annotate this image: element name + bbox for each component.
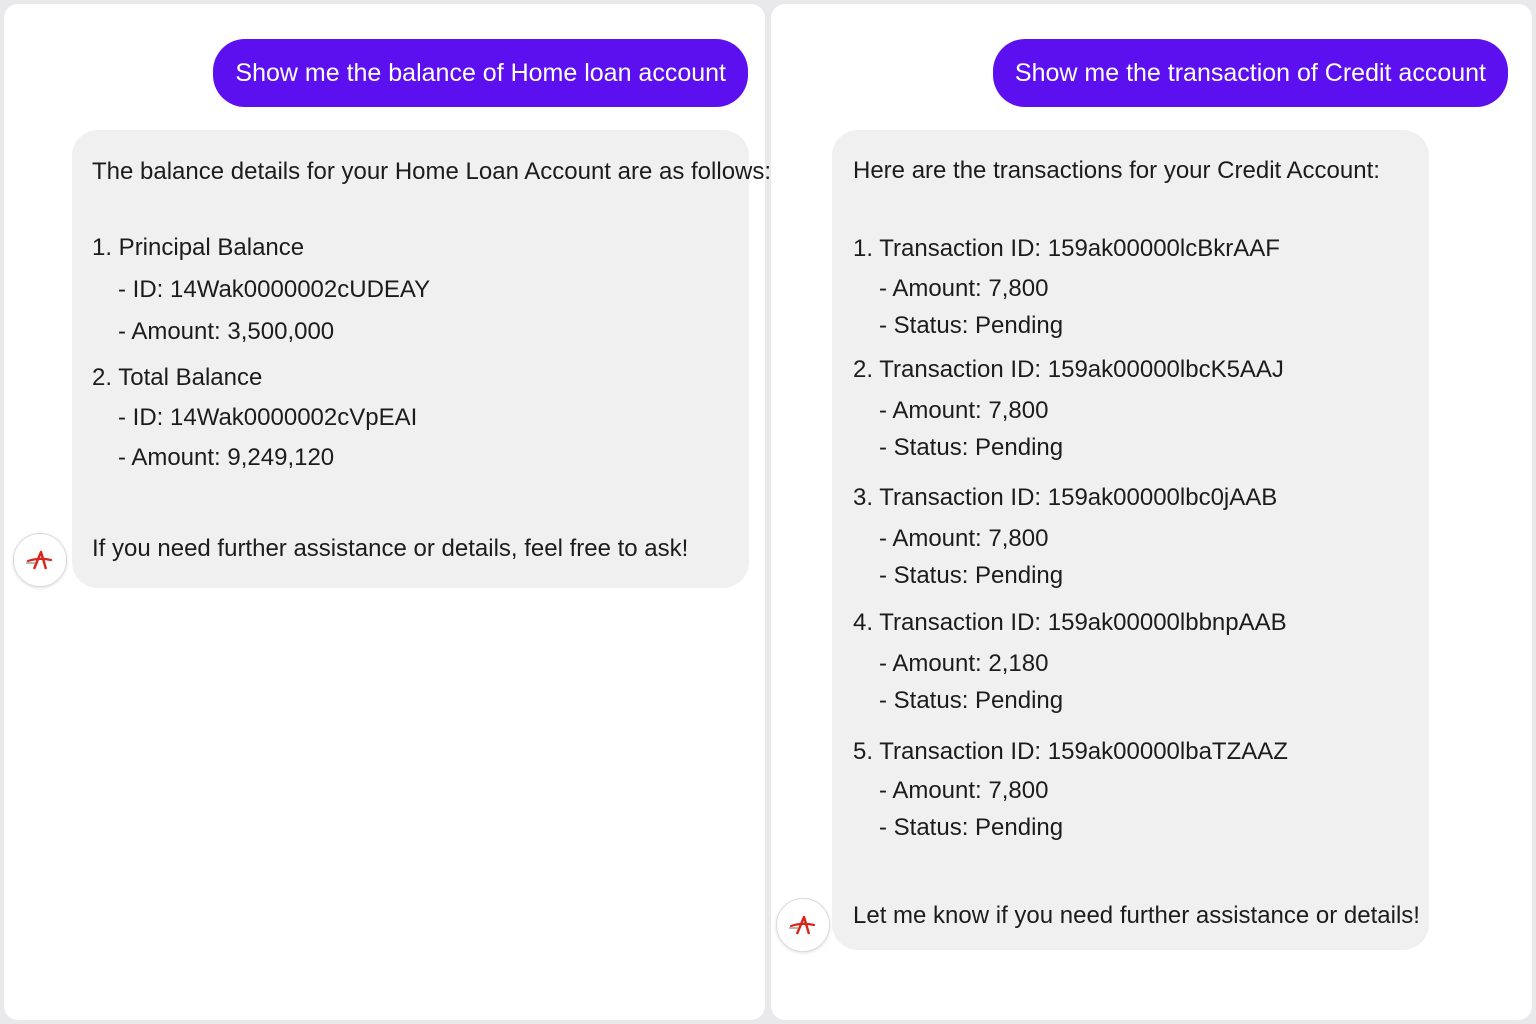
transaction-amount: - Amount: 7,800 bbox=[879, 525, 1049, 552]
chat-panel-right: Show me the transaction of Credit accoun… bbox=[771, 4, 1532, 1020]
bot-intro-text: Here are the transactions for your Credi… bbox=[853, 157, 1380, 184]
balance-item-title: 1. Principal Balance bbox=[92, 234, 305, 261]
transaction-amount: - Amount: 7,800 bbox=[879, 777, 1049, 804]
bank-logo-icon bbox=[789, 915, 816, 935]
bot-avatar bbox=[776, 898, 830, 952]
transaction-status: - Status: Pending bbox=[879, 434, 1064, 461]
bank-logo-icon bbox=[26, 550, 53, 570]
balance-item-amount: - Amount: 9,249,120 bbox=[118, 444, 335, 471]
bot-outro-text: Let me know if you need further assistan… bbox=[853, 902, 1420, 929]
balance-item-id: - ID: 14Wak0000002cVpEAI bbox=[118, 404, 418, 431]
transaction-status: - Status: Pending bbox=[879, 687, 1064, 714]
chat-panel-left: Show me the balance of Home loan account… bbox=[4, 4, 771, 1020]
transaction-title: 5. Transaction ID: 159ak00000lbaTZAAZ bbox=[853, 738, 1288, 765]
transaction-title: 4. Transaction ID: 159ak00000lbbnpAAB bbox=[853, 609, 1287, 636]
balance-item-amount: - Amount: 3,500,000 bbox=[118, 318, 335, 345]
bot-outro-text: If you need further assistance or detail… bbox=[92, 535, 689, 562]
balance-item-id: - ID: 14Wak0000002cUDEAY bbox=[118, 276, 431, 303]
transaction-title: 1. Transaction ID: 159ak00000lcBkrAAF bbox=[853, 235, 1280, 262]
transaction-amount: - Amount: 7,800 bbox=[879, 397, 1049, 424]
transaction-title: 3. Transaction ID: 159ak00000lbc0jAAB bbox=[853, 484, 1278, 511]
bot-message-bubble: Here are the transactions for your Credi… bbox=[832, 130, 1429, 950]
transaction-amount: - Amount: 7,800 bbox=[879, 275, 1049, 302]
transaction-status: - Status: Pending bbox=[879, 312, 1064, 339]
transaction-title: 2. Transaction ID: 159ak00000lbcK5AAJ bbox=[853, 356, 1284, 383]
transaction-amount: - Amount: 2,180 bbox=[879, 650, 1049, 677]
bot-intro-text: The balance details for your Home Loan A… bbox=[92, 158, 772, 185]
user-message-bubble: Show me the balance of Home loan account bbox=[213, 39, 748, 107]
transaction-status: - Status: Pending bbox=[879, 814, 1064, 841]
bot-message-bubble: The balance details for your Home Loan A… bbox=[72, 130, 771, 588]
transaction-status: - Status: Pending bbox=[879, 562, 1064, 589]
bot-avatar bbox=[13, 533, 67, 587]
user-message-bubble: Show me the transaction of Credit accoun… bbox=[992, 39, 1508, 107]
balance-item-title: 2. Total Balance bbox=[92, 364, 263, 391]
